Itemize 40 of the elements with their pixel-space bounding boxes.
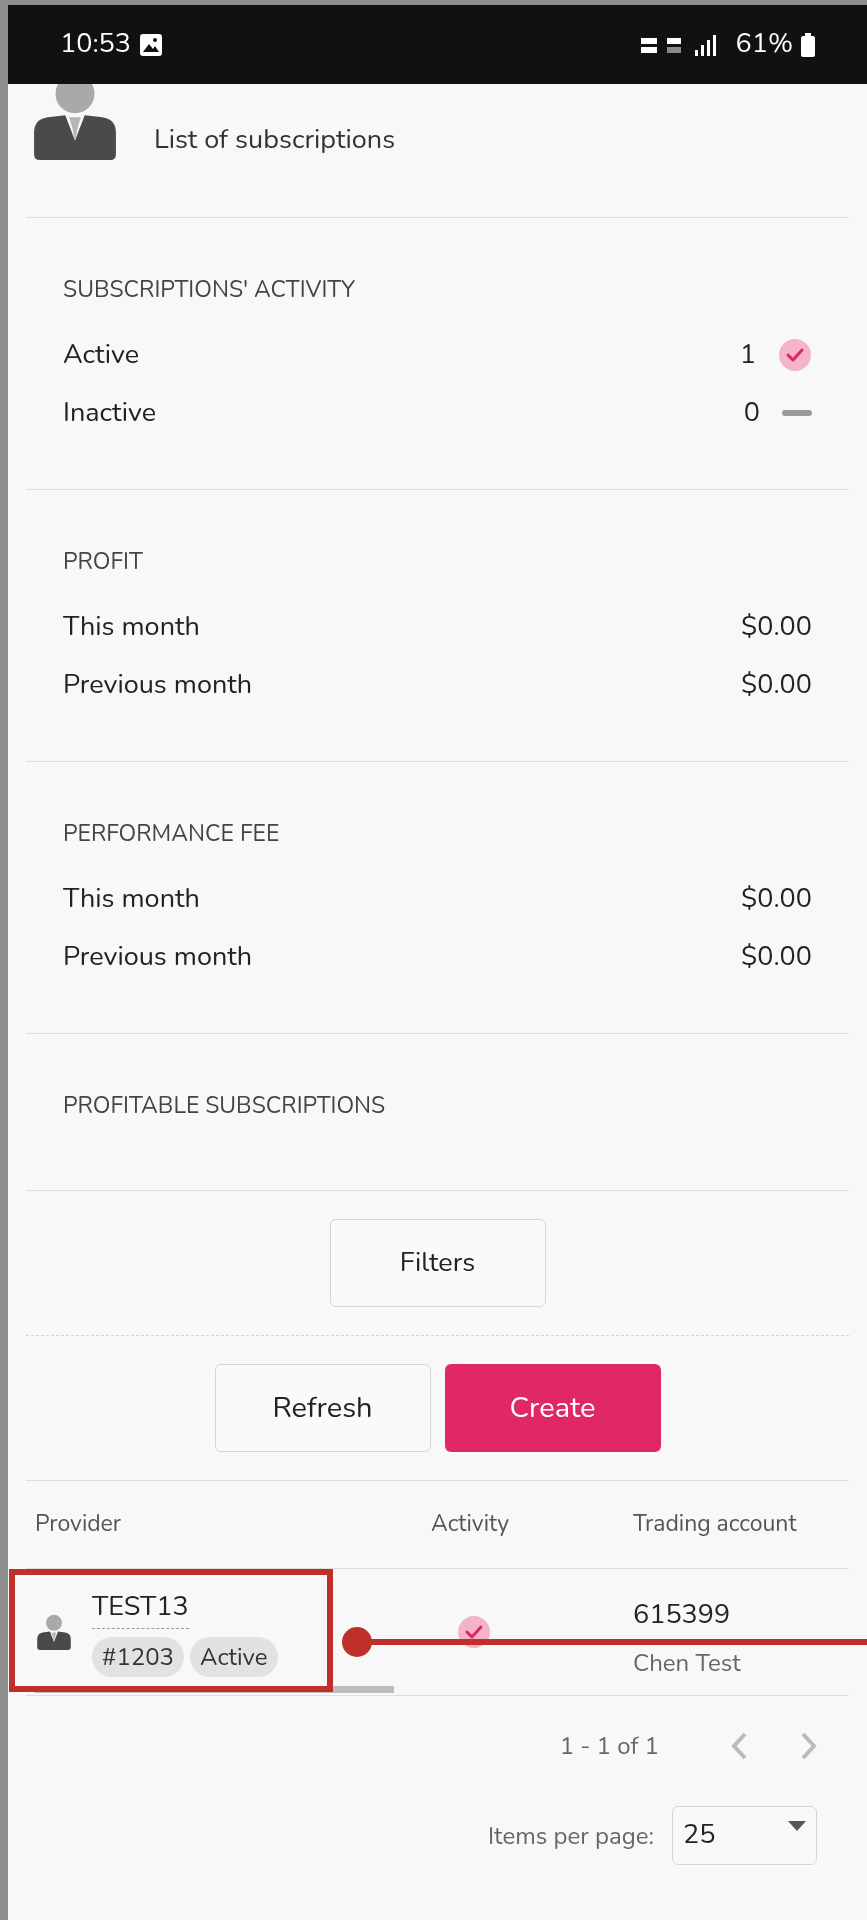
stat-label: Inactive xyxy=(63,392,157,433)
stat-value: $0.00 xyxy=(741,664,812,705)
provider-name[interactable]: TEST13 xyxy=(92,1587,189,1629)
account-owner: Chen Test xyxy=(633,1649,741,1677)
caret-icon xyxy=(788,1821,806,1831)
battery-percent: 61% xyxy=(735,24,793,65)
stat-value: $0.00 xyxy=(741,936,812,977)
stat-label: Previous month xyxy=(63,936,253,977)
section-heading: SUBSCRIPTIONS' ACTIVITY xyxy=(63,276,357,304)
page-subtitle: List of subscriptions xyxy=(154,120,396,160)
stat-value: 1 xyxy=(739,334,756,375)
stat-label: Active xyxy=(63,334,139,375)
stat-label: This month xyxy=(63,878,200,919)
items-per-page-label: Items per page: xyxy=(487,1818,654,1854)
tag: Active xyxy=(190,1636,278,1677)
account-number: 615399 xyxy=(633,1599,732,1631)
section-heading: PROFITABLE SUBSCRIPTIONS xyxy=(63,1092,387,1120)
previous-page-icon[interactable] xyxy=(729,1731,749,1761)
refresh-button[interactable]: Refresh xyxy=(214,1364,431,1452)
dash-icon xyxy=(782,410,812,416)
clock: 10:53 xyxy=(60,24,131,65)
battery-icon xyxy=(801,32,815,57)
stat-value: $0.00 xyxy=(741,878,812,919)
stat-label: This month xyxy=(63,606,200,647)
stat-value: $0.00 xyxy=(741,606,812,647)
section-heading: PROFIT xyxy=(63,548,144,576)
next-page-icon[interactable] xyxy=(799,1731,819,1761)
items-per-page-select[interactable]: 25 xyxy=(672,1806,817,1865)
tag: #1203 xyxy=(92,1636,184,1677)
check-icon xyxy=(778,338,812,372)
image-icon xyxy=(138,32,163,57)
create-button[interactable]: Create xyxy=(444,1364,661,1452)
column-header: Trading account xyxy=(633,1507,797,1542)
section-heading: PERFORMANCE FEE xyxy=(63,820,281,848)
page-range: 1 - 1 of 1 xyxy=(559,1729,659,1764)
column-header: Activity xyxy=(431,1507,511,1542)
filters-button[interactable]: Filters xyxy=(329,1219,546,1307)
column-header: Provider xyxy=(34,1507,123,1542)
stat-label: Previous month xyxy=(63,664,253,705)
stat-value: 0 xyxy=(743,392,760,433)
